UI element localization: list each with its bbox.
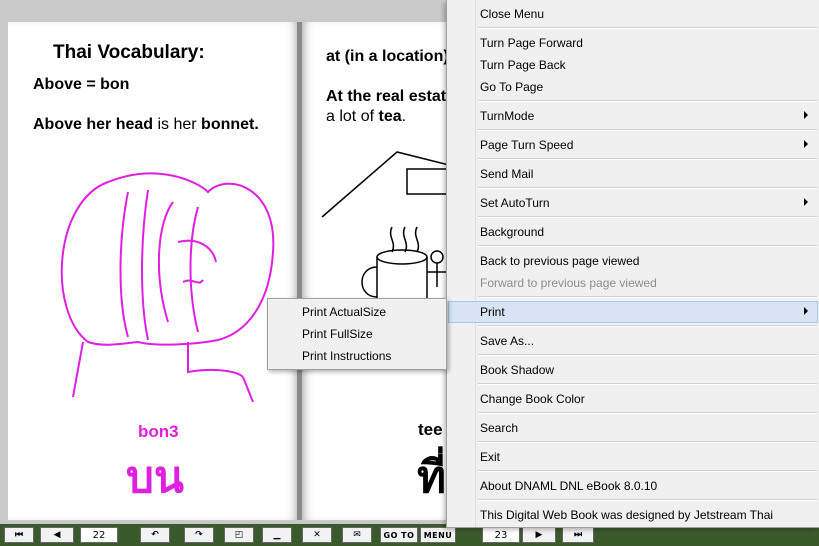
next-icon: ▶ (535, 530, 543, 540)
menu-item-send-mail[interactable]: Send Mail (448, 163, 818, 185)
submenu-arrow-icon (804, 307, 808, 315)
menu-item-label: Background (480, 225, 545, 239)
menu-item-turnmode[interactable]: TurnMode (448, 105, 818, 127)
right-page-number[interactable]: 23 (482, 527, 520, 543)
menu-separator (478, 245, 817, 247)
menu-item-label: Set AutoTurn (480, 196, 550, 210)
menu-separator (478, 383, 817, 385)
menu-separator (478, 296, 817, 298)
window-button[interactable]: ◰ (224, 527, 254, 543)
menu-separator (478, 412, 817, 414)
menu-button[interactable]: MENU (420, 527, 456, 543)
first-page-icon: ⏮ (14, 530, 24, 540)
vocab-line: at (in a location) (326, 48, 449, 65)
sentence-line: At the real estat (326, 88, 447, 105)
menu-item-book-shadow[interactable]: Book Shadow (448, 359, 818, 381)
left-page[interactable]: Thai Vocabulary: Above = bon Above her h… (8, 22, 298, 520)
close-icon: ✕ (313, 530, 321, 540)
menu-item-background[interactable]: Background (448, 221, 818, 243)
last-page-icon: ⏭ (573, 530, 583, 540)
menu-item-label: Forward to previous page viewed (480, 276, 657, 290)
menu-item-label: Print (480, 305, 505, 319)
thai-word: บน (126, 452, 185, 503)
menu-item-label: Change Book Color (480, 392, 585, 406)
vocab-line: Above = bon (33, 76, 130, 93)
submenu-arrow-icon (804, 198, 808, 206)
menu-item-label: Exit (480, 450, 501, 464)
menu-item-label: Turn Page Forward (480, 36, 583, 50)
menu-item-go-to-page[interactable]: Go To Page (448, 76, 818, 98)
menu-separator (478, 100, 817, 102)
goto-button[interactable]: GO TO (380, 527, 418, 543)
previous-page-button[interactable]: ◀ (40, 527, 74, 543)
menu-item-print[interactable]: Print (448, 301, 818, 323)
undo-icon: ↶ (151, 530, 159, 540)
bonnet-illustration (60, 172, 275, 402)
window-icon: ◰ (234, 530, 244, 540)
undo-button[interactable]: ↶ (140, 527, 170, 543)
submenu-item-print-full-size[interactable]: Print FullSize (302, 327, 373, 341)
minimize-button[interactable]: ▁ (262, 527, 292, 543)
menu-item-set-autoturn[interactable]: Set AutoTurn (448, 192, 818, 214)
menu-item-close-menu[interactable]: Close Menu (448, 3, 818, 25)
previous-icon: ◀ (53, 530, 61, 540)
menu-item-forward-previous-page: Forward to previous page viewed (448, 272, 818, 294)
menu-item-page-turn-speed[interactable]: Page Turn Speed (448, 134, 818, 156)
menu-separator (478, 499, 817, 501)
romanization: bon3 (138, 422, 179, 441)
left-page-number[interactable]: 22 (80, 527, 118, 543)
redo-button[interactable]: ↷ (184, 527, 214, 543)
menu-item-label: TurnMode (480, 109, 535, 123)
menu-item-turn-page-back[interactable]: Turn Page Back (448, 54, 818, 76)
menu-separator (478, 354, 817, 356)
first-page-button[interactable]: ⏮ (4, 527, 34, 543)
next-page-button[interactable]: ▶ (522, 527, 556, 543)
menu-item-label: Go To Page (480, 80, 544, 94)
menu-item-save-as[interactable]: Save As... (448, 330, 818, 352)
menu-separator (478, 158, 817, 160)
menu-item-label: Turn Page Back (480, 58, 566, 72)
mail-button[interactable]: ✉ (342, 527, 372, 543)
sentence-line-2: a lot of tea. (326, 108, 407, 125)
last-page-button[interactable]: ⏭ (562, 527, 594, 543)
menu-separator (478, 441, 817, 443)
menu-separator (478, 187, 817, 189)
print-submenu: Print ActualSize Print FullSize Print In… (267, 298, 447, 370)
menu-item-change-book-color[interactable]: Change Book Color (448, 388, 818, 410)
menu-item-label: Send Mail (480, 167, 534, 181)
menu-item-label: Book Shadow (480, 363, 555, 377)
menu-item-label: Back to previous page viewed (480, 254, 640, 268)
romanization: tee (418, 420, 443, 439)
menu-item-designer-credit[interactable]: This Digital Web Book was designed by Je… (448, 504, 818, 526)
menu-separator (478, 470, 817, 472)
menu-item-label: Page Turn Speed (480, 138, 574, 152)
redo-icon: ↷ (195, 530, 203, 540)
menu-item-label: Close Menu (480, 7, 545, 21)
close-button[interactable]: ✕ (302, 527, 332, 543)
menu-item-label: This Digital Web Book was designed by Je… (480, 508, 774, 522)
menu-item-about[interactable]: About DNAML DNL eBook 8.0.10 (448, 475, 818, 497)
menu-separator (478, 216, 817, 218)
menu-separator (478, 27, 817, 29)
page-title: Thai Vocabulary: (53, 42, 205, 63)
context-menu: Close Menu Turn Page Forward Turn Page B… (446, 0, 819, 528)
submenu-item-print-actual-size[interactable]: Print ActualSize (302, 305, 386, 319)
menu-separator (478, 325, 817, 327)
mail-icon: ✉ (353, 530, 361, 540)
submenu-arrow-icon (804, 111, 808, 119)
menu-item-label: About DNAML DNL eBook 8.0.10 (480, 479, 658, 493)
menu-item-turn-page-forward[interactable]: Turn Page Forward (448, 32, 818, 54)
menu-item-back-previous-page[interactable]: Back to previous page viewed (448, 250, 818, 272)
menu-separator (478, 129, 817, 131)
minimize-icon: ▁ (273, 530, 281, 540)
thai-word: ที่ (417, 452, 447, 503)
sentence-line: Above her head is her bonnet. (33, 116, 259, 133)
menu-item-label: Save As... (480, 334, 535, 348)
menu-item-label: Search (480, 421, 519, 435)
menu-item-exit[interactable]: Exit (448, 446, 818, 468)
submenu-arrow-icon (804, 140, 808, 148)
submenu-item-print-instructions[interactable]: Print Instructions (302, 349, 391, 363)
menu-item-search[interactable]: Search (448, 417, 818, 439)
